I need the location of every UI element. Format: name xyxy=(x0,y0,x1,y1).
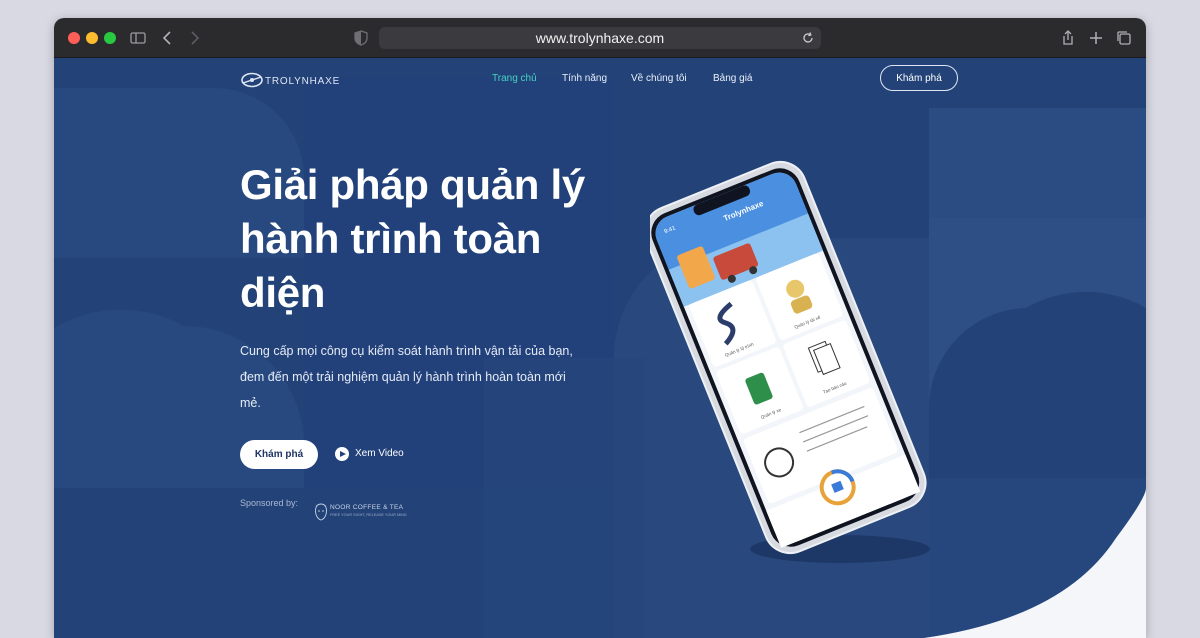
back-icon[interactable] xyxy=(158,28,178,48)
sponsor-logo[interactable]: NOOR COFFEE & TEA FREE YOUR SIGHT, RELEA… xyxy=(314,502,414,524)
hero-explore-button[interactable]: Khám phá xyxy=(240,440,318,469)
sponsor-name: NOOR COFFEE & TEA xyxy=(330,504,404,511)
address-bar[interactable]: www.trolynhaxe.com xyxy=(379,27,821,49)
nav-link-tinh-nang[interactable]: Tính năng xyxy=(562,73,607,84)
description-line: mẻ. xyxy=(240,396,261,410)
sponsored-label: Sponsored by: xyxy=(240,498,299,508)
minimize-window-button[interactable] xyxy=(86,32,98,44)
sponsor-face-icon xyxy=(315,503,327,521)
headline-line: diện xyxy=(240,269,326,316)
forward-icon[interactable] xyxy=(184,28,204,48)
tab-overview-icon[interactable] xyxy=(1114,28,1134,48)
sidebar-icon[interactable] xyxy=(128,28,148,48)
nav-explore-button[interactable]: Khám phá xyxy=(880,65,958,91)
hero-headline: Giải pháp quản lý hành trình toàn diện xyxy=(240,158,660,320)
headline-line: hành trình toàn xyxy=(240,215,542,262)
headline-line: Giải pháp quản lý xyxy=(240,161,585,208)
watch-video-label: Xem Video xyxy=(355,448,404,459)
maximize-window-button[interactable] xyxy=(104,32,116,44)
play-icon xyxy=(335,447,349,461)
description-line: Cung cấp mọi công cụ kiểm soát hành trìn… xyxy=(240,344,573,358)
logo-text: TROLYNHAXE xyxy=(265,76,340,87)
close-window-button[interactable] xyxy=(68,32,80,44)
description-line: đem đến một trải nghiệm quản lý hành trì… xyxy=(240,370,566,384)
url-text: www.trolynhaxe.com xyxy=(535,30,665,46)
privacy-shield-icon[interactable] xyxy=(351,28,371,48)
nav-link-bang-gia[interactable]: Bảng giá xyxy=(713,73,752,84)
browser-window: www.trolynhaxe.com TROLYNHAXE Trang chủ … xyxy=(54,18,1146,638)
sponsor-tagline: FREE YOUR SIGHT, RELEASE YOUR MIND xyxy=(330,513,407,517)
browser-titlebar: www.trolynhaxe.com xyxy=(54,18,1146,58)
phone-mockup: 9:41 Trolynhaxe Quản lý lộ trình Quản lý… xyxy=(650,160,930,563)
hero-description: Cung cấp mọi công cụ kiểm soát hành trìn… xyxy=(240,338,580,416)
new-tab-icon[interactable] xyxy=(1086,28,1106,48)
nav-link-trang-chu[interactable]: Trang chủ xyxy=(492,73,537,84)
share-icon[interactable] xyxy=(1058,28,1078,48)
nav-link-ve-chung-toi[interactable]: Về chúng tôi xyxy=(631,73,687,84)
background-shapes xyxy=(54,58,1146,638)
reload-icon[interactable] xyxy=(801,31,815,45)
landing-page: TROLYNHAXE Trang chủ Tính năng Về chúng … xyxy=(54,58,1146,638)
trolynhaxe-logo[interactable]: TROLYNHAXE xyxy=(240,68,352,92)
